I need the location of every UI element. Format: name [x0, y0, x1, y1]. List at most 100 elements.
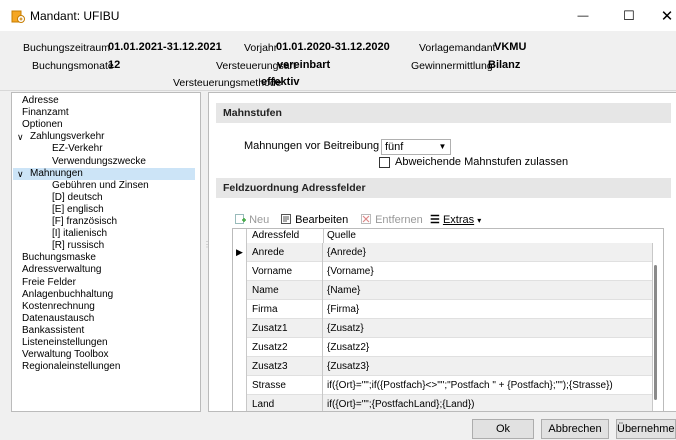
gewinnermittlung-label: Gewinnermittlung	[411, 60, 493, 72]
mahnungen-panel: Mahnstufen Mahnungen vor Beitreibung fün…	[208, 92, 676, 412]
close-icon: ✕	[660, 7, 674, 25]
table-row[interactable]: Firma {Firma}	[233, 300, 653, 319]
cell-adressfeld[interactable]: Zusatz2	[248, 338, 323, 357]
tree-item[interactable]: Optionen	[22, 119, 63, 131]
cell-quelle[interactable]: {Name}	[324, 281, 653, 300]
column-header-quelle[interactable]: Quelle	[327, 230, 356, 241]
tree-scrollbar[interactable]	[200, 105, 201, 405]
minimize-button[interactable]: —	[560, 0, 606, 31]
cell-adressfeld[interactable]: Zusatz1	[248, 319, 323, 338]
table-row[interactable]: Land if({Ort}="";{PostfachLand};{Land})	[233, 395, 653, 411]
title-bar: Mandant: UFIBU — ☐ ✕	[0, 0, 676, 31]
maximize-button[interactable]: ☐	[606, 0, 652, 31]
row-indicator	[233, 300, 247, 319]
tree-item[interactable]: Mahnungen	[30, 168, 83, 180]
tree-item[interactable]: [R] russisch	[52, 240, 104, 252]
buchungszeitraum-value: 01.01.2021-31.12.2021	[108, 41, 222, 53]
column-divider	[323, 229, 324, 243]
tree-item[interactable]: Verwaltung Toolbox	[22, 349, 109, 361]
cell-adressfeld[interactable]: Name	[248, 281, 323, 300]
tree-item[interactable]: [E] englisch	[52, 204, 104, 216]
entfernen-button[interactable]: Entfernen	[360, 213, 423, 226]
ok-button[interactable]: Ok	[472, 419, 534, 439]
cell-adressfeld[interactable]: Zusatz3	[248, 357, 323, 376]
tree-item[interactable]: Freie Felder	[22, 277, 76, 289]
cell-quelle[interactable]: {Zusatz3}	[324, 357, 653, 376]
versteuerungsart-value: vereinbart	[277, 59, 331, 71]
cell-quelle[interactable]: {Anrede}	[324, 243, 653, 262]
row-indicator	[233, 281, 247, 300]
window-title: Mandant: UFIBU	[30, 9, 120, 23]
table-row[interactable]: Zusatz1 {Zusatz}	[233, 319, 653, 338]
tree-item[interactable]: [I] italienisch	[52, 228, 107, 240]
cell-quelle[interactable]: {Zusatz2}	[324, 338, 653, 357]
uebernehmen-button[interactable]: Übernehmen	[616, 419, 676, 439]
beitreibung-value: fünf	[385, 141, 404, 153]
bearbeiten-button[interactable]: Bearbeiten	[280, 213, 348, 226]
row-indicator	[233, 395, 247, 411]
abweichende-mahnstufen-label: Abweichende Mahnstufen zulassen	[395, 156, 569, 168]
menu-icon: ☰	[430, 214, 440, 226]
settings-tree[interactable]: Adresse Finanzamt Optionen ∨ Zahlungsverkehr…	[11, 92, 201, 412]
maximize-icon: ☐	[623, 7, 635, 23]
table-row[interactable]: Vorname {Vorname}	[233, 262, 653, 281]
tree-item[interactable]: Kostenrechnung	[22, 301, 95, 313]
extras-label: Extras	[442, 214, 475, 226]
extras-menu-button[interactable]: ☰ Extras ▾	[430, 213, 481, 226]
new-icon	[235, 214, 246, 224]
mandant-info-header: Buchungszeitraum 01.01.2021-31.12.2021 V…	[0, 31, 676, 91]
expand-chevron-icon[interactable]: ∨	[17, 168, 24, 180]
table-row[interactable]: Strasse if({Ort}="";if({Postfach}<>"";"Po…	[233, 376, 653, 395]
abbrechen-button[interactable]: Abbrechen	[541, 419, 609, 439]
tree-item[interactable]: Datenaustausch	[22, 313, 94, 325]
tree-item[interactable]: Listeneinstellungen	[22, 337, 108, 349]
table-row[interactable]: Name {Name}	[233, 281, 653, 300]
cell-quelle[interactable]: {Zusatz}	[324, 319, 653, 338]
tree-item[interactable]: Anlagenbuchhaltung	[22, 289, 113, 301]
splitter-handle[interactable]: ⋮	[203, 240, 211, 254]
cell-adressfeld[interactable]: Firma	[248, 300, 323, 319]
chevron-down-icon: ▼	[438, 142, 447, 151]
entfernen-label: Entfernen	[375, 214, 423, 226]
cell-adressfeld[interactable]: Strasse	[248, 376, 323, 395]
cell-quelle[interactable]: {Vorname}	[324, 262, 653, 281]
bearbeiten-label: Bearbeiten	[295, 214, 349, 226]
tree-item[interactable]: Bankassistent	[22, 325, 84, 337]
cell-adressfeld[interactable]: Vorname	[248, 262, 323, 281]
grid-scrollbar[interactable]	[654, 265, 657, 400]
abweichende-mahnstufen-checkbox[interactable]	[379, 157, 390, 168]
adressfelder-grid: Adressfeld Quelle ▶ Anrede {Anrede} Vorname…	[232, 228, 664, 411]
tree-item[interactable]: [D] deutsch	[52, 192, 103, 204]
table-row[interactable]: ▶ Anrede {Anrede}	[233, 243, 653, 262]
cell-quelle[interactable]: {Firma}	[324, 300, 653, 319]
tree-item[interactable]: Buchungsmaske	[22, 252, 96, 264]
grid-header-indicator	[233, 229, 247, 243]
mahnstufen-section-header: Mahnstufen	[216, 103, 671, 123]
grid-header: Adressfeld Quelle	[233, 229, 663, 243]
tree-item[interactable]: Regionaleinstellungen	[22, 361, 120, 373]
neu-button[interactable]: Neu	[234, 213, 269, 226]
column-header-adressfeld[interactable]: Adressfeld	[252, 230, 299, 241]
cell-adressfeld[interactable]: Anrede	[248, 243, 323, 262]
cell-adressfeld[interactable]: Land	[248, 395, 323, 411]
vorlagemandant-value: VKMU	[494, 41, 527, 53]
tree-item[interactable]: Gebühren und Zinsen	[52, 180, 149, 192]
cell-quelle[interactable]: if({Ort}="";if({Postfach}<>"";"Postfach …	[324, 376, 653, 395]
edit-icon	[281, 214, 291, 224]
expand-chevron-icon[interactable]: ∨	[17, 131, 24, 143]
tree-item[interactable]: Verwendungszwecke	[52, 156, 146, 168]
table-row[interactable]: Zusatz3 {Zusatz3}	[233, 357, 653, 376]
buchungszeitraum-label: Buchungszeitraum	[23, 42, 110, 54]
tree-item[interactable]: Adresse	[22, 95, 59, 107]
beitreibung-dropdown[interactable]: fünf ▼	[381, 139, 451, 155]
tree-item[interactable]: [F] französisch	[52, 216, 117, 228]
tree-item[interactable]: Finanzamt	[22, 107, 69, 119]
cell-quelle[interactable]: if({Ort}="";{PostfachLand};{Land})	[324, 395, 653, 411]
table-row[interactable]: Zusatz2 {Zusatz2}	[233, 338, 653, 357]
tree-item[interactable]: Zahlungsverkehr	[30, 131, 104, 143]
versteuerungsmethode-value: effektiv	[261, 76, 300, 88]
tree-item[interactable]: Adressverwaltung	[22, 264, 101, 276]
row-indicator	[233, 262, 247, 281]
tree-item[interactable]: EZ-Verkehr	[52, 143, 103, 155]
close-button[interactable]: ✕	[652, 0, 676, 31]
